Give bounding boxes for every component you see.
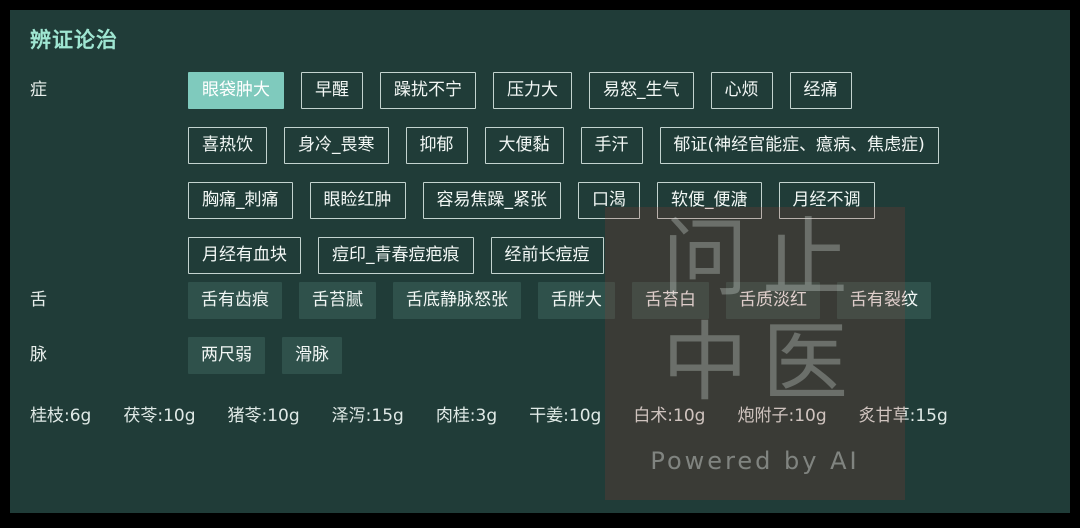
symptom-tag-area: 眼袋肿大 早醒 躁扰不宁 压力大 易怒_生气 心烦 经痛 喜热饮 身冷_畏寒 抑郁 大便黏 手汗 郁证(… <box>188 72 1068 274</box>
tag-she-舌有裂纹[interactable]: 舌有裂纹 <box>837 282 931 319</box>
herb-item: 炮附子:10g <box>737 405 827 426</box>
page-title: 辨证论治 <box>30 28 118 52</box>
herb-item: 白术:10g <box>633 405 706 426</box>
tag-zheng-软便_便溏[interactable]: 软便_便溏 <box>657 182 762 219</box>
section-label-pulse: 脉 <box>30 345 47 365</box>
herb-item: 干姜:10g <box>529 405 602 426</box>
tag-zheng-早醒[interactable]: 早醒 <box>301 72 363 109</box>
tag-she-舌胖大[interactable]: 舌胖大 <box>538 282 615 319</box>
tag-zheng-胸痛_刺痛[interactable]: 胸痛_刺痛 <box>188 182 293 219</box>
tag-she-舌苔腻[interactable]: 舌苔腻 <box>299 282 376 319</box>
tag-row: 舌有齿痕 舌苔腻 舌底静脉怒张 舌胖大 舌苔白 舌质淡红 舌有裂纹 <box>188 282 1068 319</box>
tag-row: 喜热饮 身冷_畏寒 抑郁 大便黏 手汗 郁证(神经官能症、癔病、焦虑症) <box>188 127 1068 164</box>
tag-zheng-喜热饮[interactable]: 喜热饮 <box>188 127 267 164</box>
watermark-powered-by: Powered by AI <box>650 447 860 475</box>
tag-zheng-躁扰不宁[interactable]: 躁扰不宁 <box>380 72 476 109</box>
tag-zheng-月经有血块[interactable]: 月经有血块 <box>188 237 301 274</box>
herb-item: 猪苓:10g <box>227 405 300 426</box>
tag-zheng-心烦[interactable]: 心烦 <box>710 72 773 109</box>
tag-zheng-抑郁[interactable]: 抑郁 <box>405 127 468 164</box>
tag-zheng-口渴[interactable]: 口渴 <box>578 182 640 219</box>
tag-zheng-眼袋肿大[interactable]: 眼袋肿大 <box>188 72 284 109</box>
tag-zheng-痘印_青春痘疤痕[interactable]: 痘印_青春痘疤痕 <box>318 237 474 274</box>
tag-row: 两尺弱 滑脉 <box>188 337 1068 374</box>
pulse-tag-area: 两尺弱 滑脉 <box>188 337 1068 374</box>
tag-zheng-易怒_生气[interactable]: 易怒_生气 <box>589 72 694 109</box>
herb-item: 炙甘草:15g <box>858 405 948 426</box>
tag-zheng-眼睑红肿[interactable]: 眼睑红肿 <box>309 182 406 219</box>
tag-row: 月经有血块 痘印_青春痘疤痕 经前长痘痘 <box>188 237 1068 274</box>
tag-zheng-大便黏[interactable]: 大便黏 <box>484 127 564 164</box>
tag-mai-两尺弱[interactable]: 两尺弱 <box>188 337 265 374</box>
tag-she-舌苔白[interactable]: 舌苔白 <box>632 282 709 319</box>
screen: 辨证论治 症 眼袋肿大 早醒 躁扰不宁 压力大 易怒_生气 心烦 经痛 喜热饮 身冷_畏寒 抑郁大… <box>0 0 1080 528</box>
tag-zheng-月经不调[interactable]: 月经不调 <box>778 182 875 219</box>
tag-mai-滑脉[interactable]: 滑脉 <box>282 337 342 374</box>
herb-item: 桂枝:6g <box>30 405 92 426</box>
section-label-symptoms: 症 <box>30 80 47 100</box>
tag-she-舌质淡红[interactable]: 舌质淡红 <box>726 282 820 319</box>
tag-row: 眼袋肿大 早醒 躁扰不宁 压力大 易怒_生气 心烦 经痛 <box>188 72 1068 109</box>
syndrome-differentiation-card: 辨证论治 症 眼袋肿大 早醒 躁扰不宁 压力大 易怒_生气 心烦 经痛 喜热饮 身冷_畏寒 抑郁大… <box>10 10 1070 513</box>
tag-zheng-手汗[interactable]: 手汗 <box>580 127 643 164</box>
tag-zheng-压力大[interactable]: 压力大 <box>493 72 572 109</box>
tag-she-舌有齿痕[interactable]: 舌有齿痕 <box>188 282 282 319</box>
section-label-tongue: 舌 <box>30 290 47 310</box>
herb-item: 肉桂:3g <box>435 405 498 426</box>
tag-zheng-容易焦躁_紧张[interactable]: 容易焦躁_紧张 <box>422 182 561 219</box>
tag-zheng-经痛[interactable]: 经痛 <box>789 72 852 109</box>
prescription-list: 桂枝:6g 茯苓:10g 猪苓:10g 泽泻:15g 肉桂:3g 干姜:10g 白术:10g… <box>30 393 1050 433</box>
tag-row: 胸痛_刺痛 眼睑红肿 容易焦躁_紧张 口渴 软便_便溏 月经不调 <box>188 182 1068 219</box>
tag-she-舌底静脉怒张[interactable]: 舌底静脉怒张 <box>393 282 521 319</box>
herb-item: 茯苓:10g <box>123 405 196 426</box>
tongue-tag-area: 舌有齿痕 舌苔腻 舌底静脉怒张 舌胖大 舌苔白 舌质淡红 舌有裂纹 <box>188 282 1068 319</box>
tag-zheng-经前长痘痘[interactable]: 经前长痘痘 <box>490 237 604 274</box>
herb-item: 泽泻:15g <box>331 405 404 426</box>
tag-zheng-身冷_畏寒[interactable]: 身冷_畏寒 <box>284 127 389 164</box>
tag-zheng-郁证(神经官能症、癔病、焦虑症)[interactable]: 郁证(神经官能症、癔病、焦虑症) <box>659 127 939 164</box>
